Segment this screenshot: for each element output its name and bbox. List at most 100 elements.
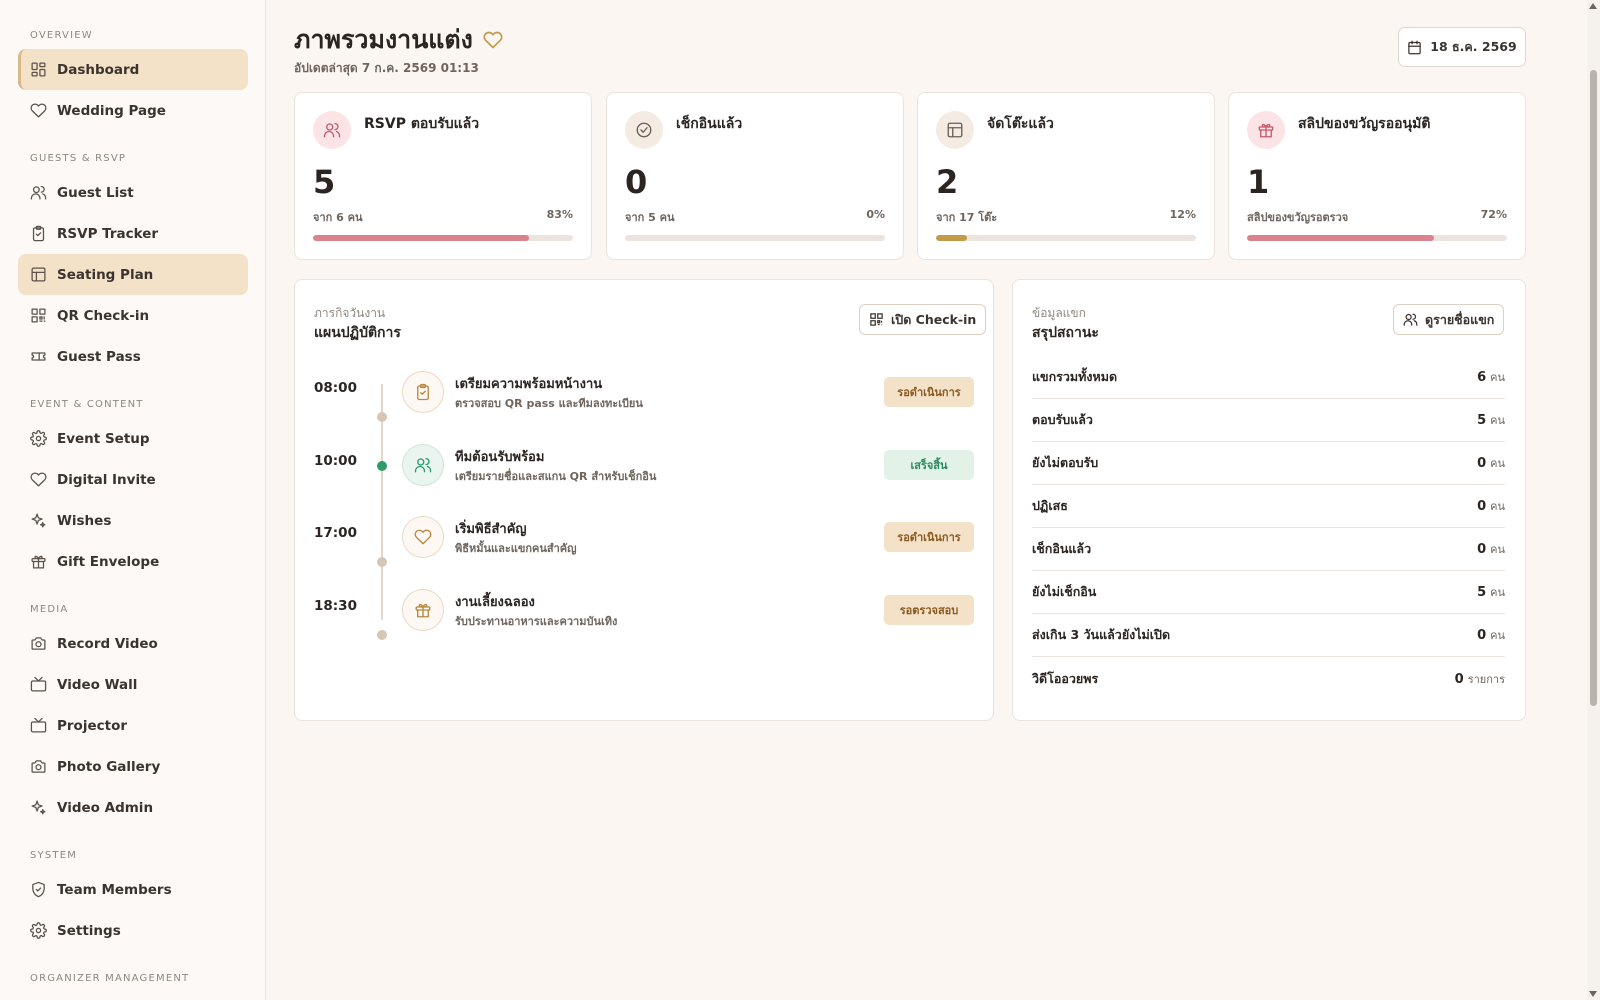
sidebar-item-digital-invite[interactable]: Digital Invite <box>18 459 248 500</box>
sidebar-item-projector[interactable]: Projector <box>18 705 248 746</box>
timeline-time: 10:00 <box>314 452 357 469</box>
summary-row: ยังไม่เช็กอิน 5 คน <box>1032 571 1505 614</box>
camera-icon <box>31 760 46 773</box>
open-checkin-button[interactable]: เปิด Check-in <box>859 304 987 335</box>
summary-value: 0 <box>1477 628 1487 643</box>
sidebar-item-photo-gallery[interactable]: Photo Gallery <box>18 746 248 787</box>
heart-icon <box>414 529 432 545</box>
gear-icon <box>30 922 47 939</box>
tv-icon <box>30 676 47 692</box>
timeline-dot <box>377 412 387 422</box>
sidebar-section-title: ORGANIZER MANAGEMENT <box>30 973 190 984</box>
summary-row: เช็กอินแล้ว 0 คน <box>1032 528 1505 571</box>
stat-percent: 12% <box>1169 208 1196 221</box>
event-date-button[interactable]: 18 ธ.ค. 2569 <box>1398 27 1526 67</box>
users-icon <box>414 457 432 472</box>
sidebar-section-title: SYSTEM <box>30 850 78 861</box>
timeline-desc: เตรียมรายชื่อและสแกน QR สำหรับเช็กอิน <box>455 469 657 483</box>
sidebar-item-label: Gift Envelope <box>57 553 160 570</box>
stat-value: 0 <box>625 163 648 201</box>
clipboard-icon <box>32 225 45 242</box>
timeline-icon-wrap <box>402 371 444 413</box>
clipboard-icon <box>417 383 429 401</box>
timeline-item: 08:00 เตรียมความพร้อมหน้างาน ตรวจสอบ QR pa… <box>295 362 993 422</box>
tv-icon <box>30 717 47 733</box>
sparkle-icon <box>31 513 46 528</box>
last-updated: อัปเดตล่าสุด 7 ก.ค. 2569 01:13 <box>294 61 479 75</box>
sidebar-item-event-setup[interactable]: Event Setup <box>18 418 248 459</box>
sidebar-item-label: QR Check-in <box>57 307 150 324</box>
sidebar-item-gift-envelope[interactable]: Gift Envelope <box>18 541 248 582</box>
sidebar-section-title: MEDIA <box>30 604 69 615</box>
sidebar-item-label: Team Members <box>57 881 172 898</box>
timeline-icon-wrap <box>402 516 444 558</box>
sidebar-item-qr-check-in[interactable]: QR Check-in <box>18 295 248 336</box>
timeline-title: ทีมต้อนรับพร้อม <box>455 449 545 465</box>
stat-value: 2 <box>936 163 959 201</box>
stat-card: เช็กอินแล้ว 0 จาก 5 คน 0% <box>606 92 904 260</box>
sidebar-item-label: Projector <box>57 717 127 734</box>
sidebar-item-guest-pass[interactable]: Guest Pass <box>18 336 248 377</box>
view-guests-button[interactable]: ดูรายชื่อแขก <box>1393 304 1505 335</box>
sidebar-item-label: Wishes <box>57 512 112 529</box>
summary-eyebrow: ข้อมูลแขก <box>1032 306 1086 320</box>
sidebar-item-settings[interactable]: Settings <box>18 910 248 951</box>
timeline-dot <box>377 460 387 471</box>
timeline-title: งานเลี้ยงฉลอง <box>455 594 535 610</box>
shield-icon <box>32 881 45 898</box>
summary-unit: คน <box>1490 500 1505 513</box>
summary-row: ยังไม่ตอบรับ 0 คน <box>1032 442 1505 485</box>
stat-progress-track <box>625 235 885 241</box>
stat-icon-wrap <box>625 111 663 149</box>
scroll-up-arrow[interactable] <box>1589 3 1597 9</box>
stat-value: 5 <box>313 163 336 201</box>
sidebar-item-record-video[interactable]: Record Video <box>18 623 248 664</box>
page-title: ภาพรวมงานแต่ง <box>294 20 503 60</box>
stat-progress-fill <box>313 235 529 241</box>
sidebar-item-video-admin[interactable]: Video Admin <box>18 787 248 828</box>
scroll-thumb[interactable] <box>1590 70 1597 706</box>
sidebar-item-team-members[interactable]: Team Members <box>18 869 248 910</box>
timeline-eyebrow: ภารกิจวันงาน <box>314 306 386 320</box>
sidebar-item-seating-plan[interactable]: Seating Plan <box>18 254 248 295</box>
sidebar-section-title: OVERVIEW <box>30 30 93 41</box>
table-icon <box>947 122 963 138</box>
summary-label: ส่งเกิน 3 วันแล้วยังไม่เปิด <box>1032 627 1171 642</box>
status-badge: รอดำเนินการ <box>884 377 974 407</box>
stat-progress-fill <box>936 235 968 241</box>
status-badge: รอตรวจสอบ <box>884 594 974 625</box>
qr-icon <box>31 308 46 323</box>
stat-label: สลิปของขวัญรออนุมัติ <box>1298 116 1431 132</box>
scroll-down-arrow[interactable] <box>1589 991 1597 997</box>
ticket-icon <box>31 352 46 361</box>
sidebar-item-dashboard[interactable]: Dashboard <box>18 49 248 90</box>
sidebar-item-label: Guest List <box>57 184 134 201</box>
summary-unit: รายการ <box>1467 672 1505 686</box>
summary-label: เช็กอินแล้ว <box>1032 541 1092 556</box>
summary-panel: ข้อมูลแขก สรุปสถานะ ดูรายชื่อแขก แขกรวมท… <box>1012 279 1526 721</box>
sidebar-item-label: Video Wall <box>57 676 138 693</box>
sidebar-item-label: Event Setup <box>57 430 150 447</box>
timeline-icon-wrap <box>402 443 444 486</box>
sidebar-item-wedding-page[interactable]: Wedding Page <box>18 90 248 131</box>
summary-unit: คน <box>1490 586 1505 599</box>
summary-value: 6 <box>1477 370 1487 385</box>
timeline-icon-wrap <box>402 588 444 631</box>
sparkle-icon <box>31 800 46 815</box>
stat-percent: 83% <box>546 208 573 221</box>
sidebar-item-guest-list[interactable]: Guest List <box>18 172 248 213</box>
stat-card: จัดโต๊ะแล้ว 2 จาก 17 โต๊ะ 12% <box>917 92 1215 260</box>
sidebar-item-video-wall[interactable]: Video Wall <box>18 664 248 705</box>
stat-label: RSVP ตอบรับแล้ว <box>364 116 480 132</box>
stat-subtext: จาก 17 โต๊ะ <box>936 211 998 224</box>
sidebar-item-label: Photo Gallery <box>57 758 161 775</box>
sidebar-item-wishes[interactable]: Wishes <box>18 500 248 541</box>
sidebar-item-label: Digital Invite <box>57 471 156 488</box>
summary-value: 5 <box>1477 413 1487 428</box>
page-scrollbar[interactable] <box>1587 0 1600 1000</box>
stat-icon-wrap <box>936 111 974 149</box>
timeline-panel: ภารกิจวันงาน แผนปฏิบัติการ เปิด Check-in… <box>294 279 994 721</box>
stat-label: จัดโต๊ะแล้ว <box>987 116 1054 132</box>
open-checkin-label: เปิด Check-in <box>891 311 977 327</box>
sidebar-item-rsvp-tracker[interactable]: RSVP Tracker <box>18 213 248 254</box>
